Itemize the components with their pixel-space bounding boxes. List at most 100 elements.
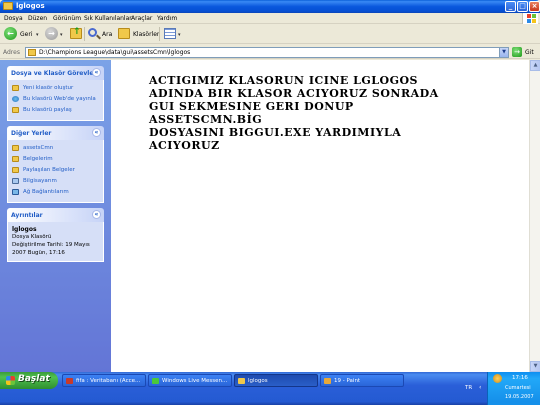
folder-content[interactable]: ACTIGIMIZ KLASORUN ICINE LGLOGOS ADINDA … [111, 60, 529, 372]
folders-icon[interactable] [118, 28, 130, 39]
scroll-up-icon[interactable]: ▲ [530, 60, 540, 71]
folder-icon [12, 145, 19, 151]
panel-title: Ayrıntılar [11, 212, 43, 219]
folder-icon [238, 378, 245, 384]
place-assetscmn[interactable]: assetsCmn [12, 143, 99, 154]
clock-date: 19.05.2007 [505, 394, 534, 400]
address-value[interactable]: D:\Champions League\data\gui\assetsCmn\l… [39, 49, 190, 56]
menu-favorites[interactable]: Sık Kullanılanlar [84, 15, 132, 22]
collapse-icon[interactable]: « [92, 68, 101, 77]
forward-dropdown-icon[interactable]: ▾ [60, 32, 63, 38]
other-places-panel: Diğer Yerler « assetsCmn Belgelerim Payl… [7, 126, 104, 203]
taskbar: Başlat fifa : Veritabanı (Acce... Window… [0, 372, 540, 405]
address-bar: Adres D:\Champions League\data\gui\asset… [0, 45, 540, 59]
access-icon [66, 378, 73, 384]
taskbar-button-label: fifa : Veritabanı (Acce... [76, 378, 141, 384]
task-label: Bu klasörü Web'de yayınla [23, 96, 96, 102]
address-label: Adres [3, 49, 20, 56]
toolbar-separator [84, 27, 85, 41]
windows-logo-icon [522, 13, 538, 24]
back-arrow-icon[interactable]: ← [4, 27, 17, 40]
menu-help[interactable]: Yardım [157, 15, 177, 22]
windows-flag-icon [6, 376, 15, 385]
annotation-line: ACIYORUZ [149, 139, 220, 152]
start-button[interactable]: Başlat [0, 372, 58, 389]
annotation-line: ADINDA BIR KLASOR ACIYORUZ SONRADA [149, 87, 439, 100]
taskbar-button-label: lglogos [248, 378, 268, 384]
place-shared-documents[interactable]: Paylaşılan Belgeler [12, 165, 99, 176]
search-icon[interactable] [88, 28, 97, 37]
clock-day: Cumartesi [505, 385, 531, 391]
place-network[interactable]: Ağ Bağlantılarım [12, 187, 99, 198]
tray-app-icon[interactable] [493, 374, 502, 383]
title-bar[interactable]: lglogos _ □ × [0, 0, 540, 13]
annotation-line: DOSYASINI BIGGUI.EXE YARDIMIYLA [149, 126, 402, 139]
address-input[interactable]: D:\Champions League\data\gui\assetsCmn\l… [25, 47, 509, 58]
file-tasks-panel: Dosya ve Klasör Görevleri « Yeni klasör … [7, 66, 104, 121]
messenger-icon [152, 378, 159, 384]
place-my-documents[interactable]: Belgelerim [12, 154, 99, 165]
menu-view[interactable]: Görünüm [53, 15, 81, 22]
taskbar-button-messenger[interactable]: Windows Live Messen... [148, 374, 232, 387]
explorer-window: lglogos _ □ × Dosya Düzen Görünüm Sık Ku… [0, 0, 540, 372]
paint-icon [324, 378, 331, 384]
task-publish-web[interactable]: Bu klasörü Web'de yayınla [12, 94, 99, 105]
detail-modified: 2007 Bugün, 17:16 [12, 250, 65, 256]
folders-button-label[interactable]: Klasörler [133, 31, 159, 38]
system-tray: 17:16 Cumartesi 19.05.2007 [487, 372, 540, 405]
task-label: Yeni klasör oluştur [23, 85, 74, 91]
views-icon[interactable] [164, 28, 176, 39]
scroll-down-icon[interactable]: ▼ [530, 361, 540, 372]
address-dropdown-icon[interactable]: ▼ [499, 48, 508, 57]
place-label: Bilgisayarım [23, 178, 57, 184]
detail-name: lglogos [12, 226, 37, 233]
details-panel: Ayrıntılar « lglogos Dosya Klasörü Değiş… [7, 208, 104, 262]
back-button-label[interactable]: Geri [20, 31, 32, 38]
window-title: lglogos [16, 2, 45, 10]
vertical-scrollbar[interactable]: ▲ ▼ [529, 60, 540, 372]
taskbar-button-lglogos[interactable]: lglogos [234, 374, 318, 387]
back-dropdown-icon[interactable]: ▾ [36, 32, 39, 38]
go-button-label[interactable]: Git [525, 49, 534, 56]
annotation-line: ACTIGIMIZ KLASORUN ICINE LGLOGOS [149, 74, 418, 87]
panel-title: Diğer Yerler [11, 130, 52, 137]
forward-arrow-icon[interactable]: → [45, 27, 58, 40]
taskbar-button-fifa[interactable]: fifa : Veritabanı (Acce... [62, 374, 146, 387]
menu-tools[interactable]: Araçlar [131, 15, 152, 22]
show-hidden-icons-icon[interactable]: ‹ [479, 384, 481, 391]
menu-edit[interactable]: Düzen [28, 15, 47, 22]
collapse-icon[interactable]: « [92, 128, 101, 137]
taskbar-button-label: Windows Live Messen... [162, 378, 228, 384]
task-label: Bu klasörü paylaş [23, 107, 72, 113]
folder-up-icon[interactable] [70, 27, 82, 39]
minimize-button[interactable]: _ [505, 1, 516, 12]
taskbar-button-label: 19 - Paint [334, 378, 361, 384]
place-label: Ağ Bağlantılarım [23, 189, 69, 195]
folder-icon [28, 49, 36, 56]
task-share-folder[interactable]: Bu klasörü paylaş [12, 105, 99, 116]
globe-icon [12, 96, 19, 102]
collapse-icon[interactable]: « [92, 210, 101, 219]
menu-file[interactable]: Dosya [4, 15, 23, 22]
annotation-text: ACTIGIMIZ KLASORUN ICINE LGLOGOS ADINDA … [149, 74, 449, 152]
details-header[interactable]: Ayrıntılar « [7, 208, 104, 222]
file-tasks-header[interactable]: Dosya ve Klasör Görevleri « [7, 66, 104, 80]
network-icon [12, 189, 19, 195]
detail-type: Dosya Klasörü [12, 234, 52, 240]
place-my-computer[interactable]: Bilgisayarım [12, 176, 99, 187]
language-indicator[interactable]: TR [465, 385, 472, 391]
views-dropdown-icon[interactable]: ▾ [178, 32, 181, 38]
maximize-button[interactable]: □ [517, 1, 528, 12]
close-button[interactable]: × [529, 1, 540, 12]
go-arrow-icon[interactable]: → [512, 47, 522, 57]
toolbar-separator [159, 27, 160, 41]
taskbar-button-paint[interactable]: 19 - Paint [320, 374, 404, 387]
search-button-label[interactable]: Ara [102, 31, 112, 38]
task-new-folder[interactable]: Yeni klasör oluştur [12, 83, 99, 94]
other-places-header[interactable]: Diğer Yerler « [7, 126, 104, 140]
menu-bar: Dosya Düzen Görünüm Sık Kullanılanlar Ar… [0, 13, 540, 24]
share-folder-icon [12, 107, 19, 113]
clock-time[interactable]: 17:16 [512, 375, 528, 381]
place-label: Paylaşılan Belgeler [23, 167, 75, 173]
new-folder-icon [12, 85, 19, 91]
